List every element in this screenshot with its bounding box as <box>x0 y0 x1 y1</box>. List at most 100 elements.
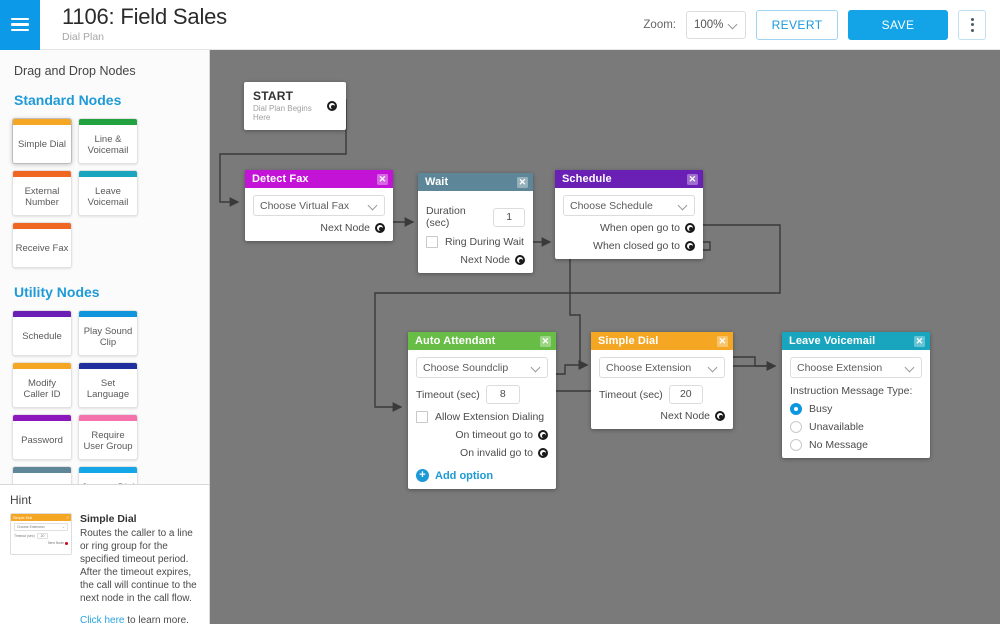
hint-text: Simple Dial Routes the caller to a line … <box>80 513 200 624</box>
hint-title: Hint <box>10 493 200 507</box>
radio-busy[interactable] <box>790 403 802 415</box>
port-label: When open go to <box>600 222 680 234</box>
extension-select[interactable]: Choose Extension <box>599 357 725 378</box>
palette-node-line-voicemail[interactable]: Line & Voicemail <box>78 118 138 164</box>
allow-extension-dialing-checkbox[interactable] <box>416 411 428 423</box>
radio-unavailable[interactable] <box>790 421 802 433</box>
hint-thumb-next-label: Next Node <box>48 541 64 545</box>
zoom-value: 100% <box>694 19 723 31</box>
chevron-down-icon <box>709 363 718 372</box>
hint-panel: Hint Simple Dial ✕ Choose Extension ⌄ Ti… <box>0 484 210 624</box>
chevron-down-icon <box>369 201 378 210</box>
select-value: Choose Extension <box>606 362 691 374</box>
start-title: START <box>253 89 313 103</box>
virtual-fax-select[interactable]: Choose Virtual Fax <box>253 195 385 216</box>
close-icon[interactable]: ✕ <box>914 336 925 347</box>
palette-node-simple-dial[interactable]: Simple Dial <box>12 118 72 164</box>
palette-node-schedule[interactable]: Schedule <box>12 310 72 356</box>
radio-label: No Message <box>809 439 868 451</box>
port-row: Next Node <box>599 410 725 422</box>
close-icon[interactable]: ✕ <box>540 336 551 347</box>
close-icon[interactable]: ✕ <box>517 177 528 188</box>
start-output-port[interactable] <box>327 101 337 111</box>
hint-link-suffix: to learn more. <box>124 615 188 624</box>
when-closed-port[interactable] <box>685 241 695 251</box>
close-icon[interactable]: ✕ <box>717 336 728 347</box>
node-title: Leave Voicemail <box>789 335 875 347</box>
port-row-timeout: On timeout go to <box>416 429 548 441</box>
extension-select[interactable]: Choose Extension <box>790 357 922 378</box>
duration-input[interactable]: 1 <box>493 208 525 227</box>
node-title: Schedule <box>562 173 612 185</box>
radio-no-message[interactable] <box>790 439 802 451</box>
schedule-select[interactable]: Choose Schedule <box>563 195 695 216</box>
timeout-input[interactable]: 20 <box>669 385 703 404</box>
node-detect-fax[interactable]: Detect Fax ✕ Choose Virtual Fax Next Nod… <box>245 170 393 241</box>
hint-thumb-close-icon: ✕ <box>66 515 69 520</box>
palette-node-set-language[interactable]: Set Language <box>78 362 138 408</box>
palette-node-modify-caller-id[interactable]: Modify Caller ID <box>12 362 72 408</box>
hamburger-icon[interactable] <box>0 0 40 50</box>
soundclip-select[interactable]: Choose Soundclip <box>416 357 548 378</box>
node-auto-attendant[interactable]: Auto Attendant ✕ Choose Soundclip Timeou… <box>408 332 556 489</box>
duration-label: Duration (sec) <box>426 205 487 229</box>
node-title: Auto Attendant <box>415 335 495 347</box>
palette-node-label: External Number <box>15 181 69 208</box>
flow-canvas[interactable]: START Dial Plan Begins Here Detect Fax ✕… <box>210 50 1000 624</box>
palette-node-label: Set Language <box>81 373 135 400</box>
palette-node-password[interactable]: Password <box>12 414 72 460</box>
palette-node-require-user-group[interactable]: Require User Group <box>78 414 138 460</box>
port-row: Next Node <box>426 254 525 266</box>
palette-node-play-sound-clip[interactable]: Play Sound Clip <box>78 310 138 356</box>
ring-during-wait-checkbox[interactable] <box>426 236 438 248</box>
timeout-row: Timeout (sec) 8 <box>416 385 548 404</box>
node-schedule[interactable]: Schedule ✕ Choose Schedule When open go … <box>555 170 703 259</box>
checkbox-label: Ring During Wait <box>445 236 524 248</box>
chevron-down-icon <box>906 363 915 372</box>
hint-learn-more-link[interactable]: Click here <box>80 615 124 624</box>
hint-thumb-select: Choose Extension <box>17 525 45 529</box>
node-start[interactable]: START Dial Plan Begins Here <box>244 82 346 130</box>
node-leave-voicemail[interactable]: Leave Voicemail ✕ Choose Extension Instr… <box>782 332 930 458</box>
zoom-select[interactable]: 100% <box>686 11 746 39</box>
kebab-menu-icon[interactable] <box>958 10 986 40</box>
port-label: On timeout go to <box>455 429 533 441</box>
port-label: Next Node <box>460 254 510 266</box>
port-label: On invalid go to <box>460 447 533 459</box>
palette-node-label: Play Sound Clip <box>81 321 135 348</box>
port-label: Next Node <box>320 222 370 234</box>
node-simple-dial[interactable]: Simple Dial ✕ Choose Extension Timeout (… <box>591 332 733 429</box>
palette-node-receive-fax[interactable]: Receive Fax <box>12 222 72 268</box>
revert-button[interactable]: REVERT <box>756 10 838 40</box>
palette-node-label: Simple Dial <box>18 134 66 150</box>
start-subtitle: Dial Plan Begins Here <box>253 104 313 122</box>
palette-node-external-number[interactable]: External Number <box>12 170 72 216</box>
hint-thumb-title: Simple Dial <box>13 516 32 520</box>
next-node-port[interactable] <box>515 255 525 265</box>
next-node-port[interactable] <box>715 411 725 421</box>
add-option-button[interactable]: + Add option <box>416 469 548 482</box>
dial-plan-editor: 1106: Field Sales Dial Plan Zoom: 100% R… <box>0 0 1000 624</box>
save-button[interactable]: SAVE <box>848 10 948 40</box>
node-wait[interactable]: Wait ✕ Duration (sec) 1 Ring During Wait… <box>418 173 533 273</box>
on-invalid-port[interactable] <box>538 448 548 458</box>
select-value: Choose Virtual Fax <box>260 200 349 212</box>
palette-node-label: Receive Fax <box>16 238 69 254</box>
close-icon[interactable]: ✕ <box>377 174 388 185</box>
node-title: Wait <box>425 176 448 188</box>
hint-body-text: Routes the caller to a line or ring grou… <box>80 528 197 604</box>
select-value: Choose Soundclip <box>423 362 508 374</box>
timeout-input[interactable]: 8 <box>486 385 520 404</box>
palette-node-leave-voicemail[interactable]: Leave Voicemail <box>78 170 138 216</box>
next-node-port[interactable] <box>375 223 385 233</box>
on-timeout-port[interactable] <box>538 430 548 440</box>
palette-node-wait[interactable]: Wait <box>12 466 72 484</box>
close-icon[interactable]: ✕ <box>687 174 698 185</box>
when-open-port[interactable] <box>685 223 695 233</box>
section-title-utility: Utility Nodes <box>14 284 197 300</box>
node-title: Detect Fax <box>252 173 309 185</box>
port-row: Next Node <box>253 222 385 234</box>
add-option-label: Add option <box>435 470 493 482</box>
palette-node-jump-to-dial-plan[interactable]: Jump to Dial Plan <box>78 466 138 484</box>
hint-node-title: Simple Dial <box>80 513 200 526</box>
